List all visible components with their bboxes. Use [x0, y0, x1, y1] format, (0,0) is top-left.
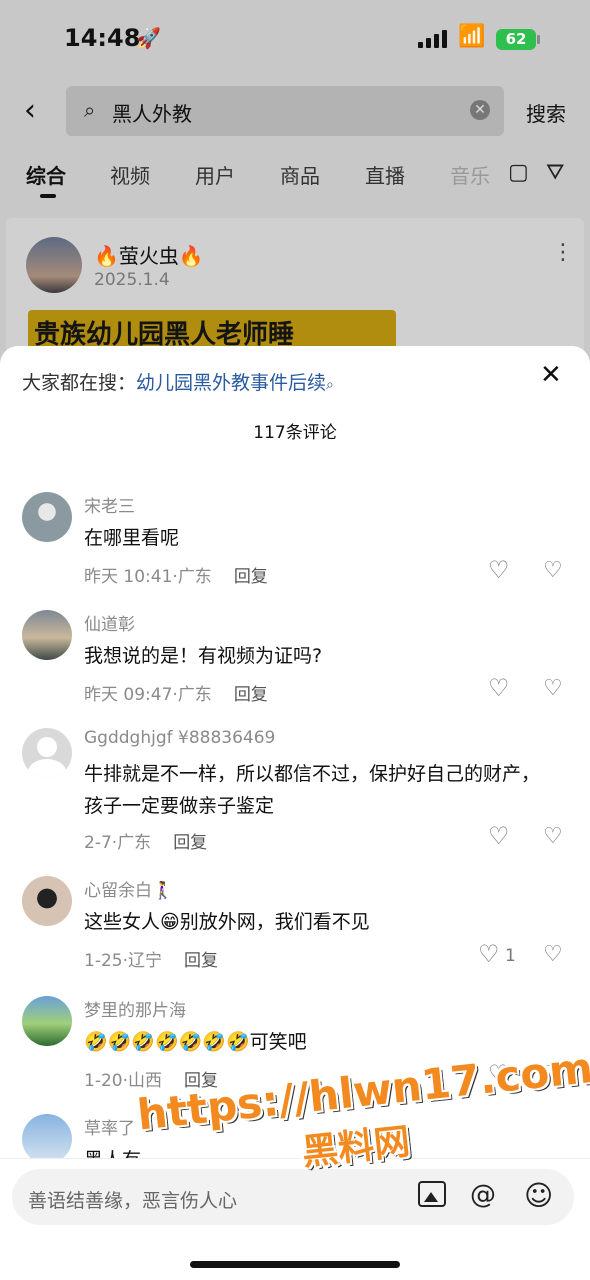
- dislike-icon[interactable]: ♡: [543, 942, 563, 967]
- comment-author[interactable]: 宋老三: [84, 492, 135, 517]
- comment-input[interactable]: 善语结善缘，恶言伤人心 @ ☺: [12, 1169, 574, 1225]
- suggestion-link[interactable]: 幼儿园黑外教事件后续: [136, 372, 326, 394]
- search-row: ‹ ⌕ 黑人外教 ✕ 搜索: [0, 86, 590, 136]
- avatar[interactable]: [22, 996, 72, 1046]
- like-icon[interactable]: ♡: [488, 674, 510, 702]
- like-icon[interactable]: ♡: [488, 1060, 510, 1088]
- reply-button[interactable]: 回复: [173, 833, 207, 853]
- comment-meta: 2-7·广东 回复: [84, 833, 208, 853]
- status-time: 14:48: [64, 24, 141, 52]
- search-tabs: 综合 视频 用户 商品 直播 音乐 ▢ ⛛: [0, 156, 590, 200]
- comment-meta: 1-20·山西 回复: [84, 1071, 218, 1091]
- like-icon[interactable]: ♡: [488, 822, 510, 850]
- comment-author[interactable]: 仙道彰: [84, 610, 135, 635]
- mention-icon[interactable]: @: [470, 1180, 496, 1210]
- status-bar: 14:48 🚀 📶 62: [0, 0, 590, 80]
- comment-location: 辽宁: [128, 951, 162, 971]
- avatar[interactable]: [22, 492, 72, 542]
- post-banner-text: 贵族幼儿园黑人老师睡: [34, 320, 295, 350]
- close-icon[interactable]: ✕: [540, 360, 562, 390]
- dislike-icon[interactable]: ♡: [543, 1062, 563, 1087]
- comment-author[interactable]: 心留余白🚶‍♀️: [84, 876, 173, 901]
- search-button[interactable]: 搜索: [526, 98, 566, 127]
- post-author: 🔥萤火虫🔥: [94, 244, 204, 268]
- search-query: 黑人外教: [112, 102, 192, 126]
- comment-text: 我想说的是！有视频为证吗?: [84, 645, 323, 667]
- tab-user[interactable]: 用户: [195, 160, 235, 189]
- comment-meta: 昨天 09:47·广东 回复: [84, 685, 268, 705]
- comment-input-placeholder: 善语结善缘，恶言伤人心: [28, 1190, 238, 1212]
- tab-active-underline: [40, 194, 56, 198]
- comment-text: 在哪里看呢: [84, 527, 180, 549]
- post-date: 2025.1.4: [94, 270, 170, 290]
- tab-all[interactable]: 综合: [26, 160, 66, 189]
- comment-text: 🤣🤣🤣🤣🤣🤣🤣可笑吧: [84, 1031, 307, 1053]
- search-icon: ⌕: [84, 98, 96, 122]
- search-input[interactable]: ⌕ 黑人外教 ✕: [66, 86, 504, 136]
- battery-indicator: 62: [496, 29, 536, 50]
- wifi-icon: 📶: [458, 24, 486, 49]
- dislike-icon[interactable]: ♡: [543, 824, 563, 849]
- comment-text: 这些女人😁别放外网，我们看不见: [84, 911, 370, 933]
- filter-icon[interactable]: ⛛: [546, 160, 564, 185]
- search-suggestion: 大家都在搜：幼儿园黑外教事件后续⌕: [22, 368, 334, 395]
- comment-date: 1-25: [84, 951, 123, 971]
- dislike-icon[interactable]: ♡: [543, 676, 563, 701]
- avatar[interactable]: [22, 876, 72, 926]
- search-icon: ⌕: [326, 377, 334, 393]
- reply-button[interactable]: 回复: [184, 1071, 218, 1091]
- rocket-icon: 🚀: [136, 26, 161, 50]
- comment-author[interactable]: 梦里的那片海: [84, 996, 186, 1021]
- dislike-icon[interactable]: ♡: [543, 558, 563, 583]
- comment-date: 1-20: [84, 1071, 123, 1091]
- emoji-icon[interactable]: ☺: [524, 1179, 553, 1212]
- back-icon[interactable]: ‹: [24, 96, 52, 126]
- post-banner: 贵族幼儿园黑人老师睡: [28, 310, 396, 350]
- comment-meta: 昨天 10:41·广东 回复: [84, 567, 268, 587]
- comment-date: 昨天 10:41: [84, 567, 173, 587]
- reply-button[interactable]: 回复: [234, 685, 268, 705]
- reply-button[interactable]: 回复: [234, 567, 268, 587]
- comment-input-bar: 善语结善缘，恶言伤人心 @ ☺: [0, 1158, 590, 1280]
- comment-location: 山西: [128, 1071, 162, 1091]
- layout-toggle-icon[interactable]: ▢: [508, 160, 529, 185]
- comment-location: 广东: [117, 833, 152, 853]
- comment-date: 2-7: [84, 833, 112, 853]
- image-icon[interactable]: [418, 1181, 446, 1207]
- reply-button[interactable]: 回复: [184, 951, 218, 971]
- comment-location: 广东: [177, 567, 212, 587]
- scrolled-comment-edge: [84, 446, 584, 460]
- clear-icon[interactable]: ✕: [470, 100, 490, 120]
- like-count: 1: [505, 946, 516, 966]
- avatar[interactable]: [22, 728, 72, 778]
- tab-goods[interactable]: 商品: [280, 160, 320, 189]
- like-icon[interactable]: ♡: [478, 940, 500, 968]
- tab-live[interactable]: 直播: [365, 160, 405, 189]
- comment-sheet: 大家都在搜：幼儿园黑外教事件后续⌕ ✕ 117条评论 宋老三 在哪里看呢 昨天 …: [0, 346, 590, 1280]
- comment-count: 117条评论: [253, 423, 337, 443]
- home-indicator: [190, 1261, 400, 1268]
- avatar[interactable]: [22, 610, 72, 660]
- cellular-signal-icon: [418, 30, 450, 48]
- more-icon[interactable]: ⋮: [552, 240, 574, 265]
- suggestion-prefix: 大家都在搜：: [22, 372, 137, 394]
- comment-date: 昨天 09:47: [84, 685, 173, 705]
- comment-author[interactable]: 草率了: [84, 1114, 135, 1139]
- battery-tip: [537, 35, 540, 44]
- comment-location: 广东: [177, 685, 212, 705]
- comment-meta: 1-25·辽宁 回复: [84, 951, 218, 971]
- avatar: [26, 237, 82, 293]
- avatar[interactable]: [22, 1114, 72, 1164]
- like-icon[interactable]: ♡: [488, 556, 510, 584]
- tab-video[interactable]: 视频: [110, 160, 150, 189]
- comment-author[interactable]: Ggddghjgf ¥88836469: [84, 728, 275, 748]
- comment-text: 牛排就是不一样，所以都信不过，保护好自己的财产，孩子一定要做亲子鉴定: [84, 763, 541, 817]
- tab-music[interactable]: 音乐: [450, 160, 490, 189]
